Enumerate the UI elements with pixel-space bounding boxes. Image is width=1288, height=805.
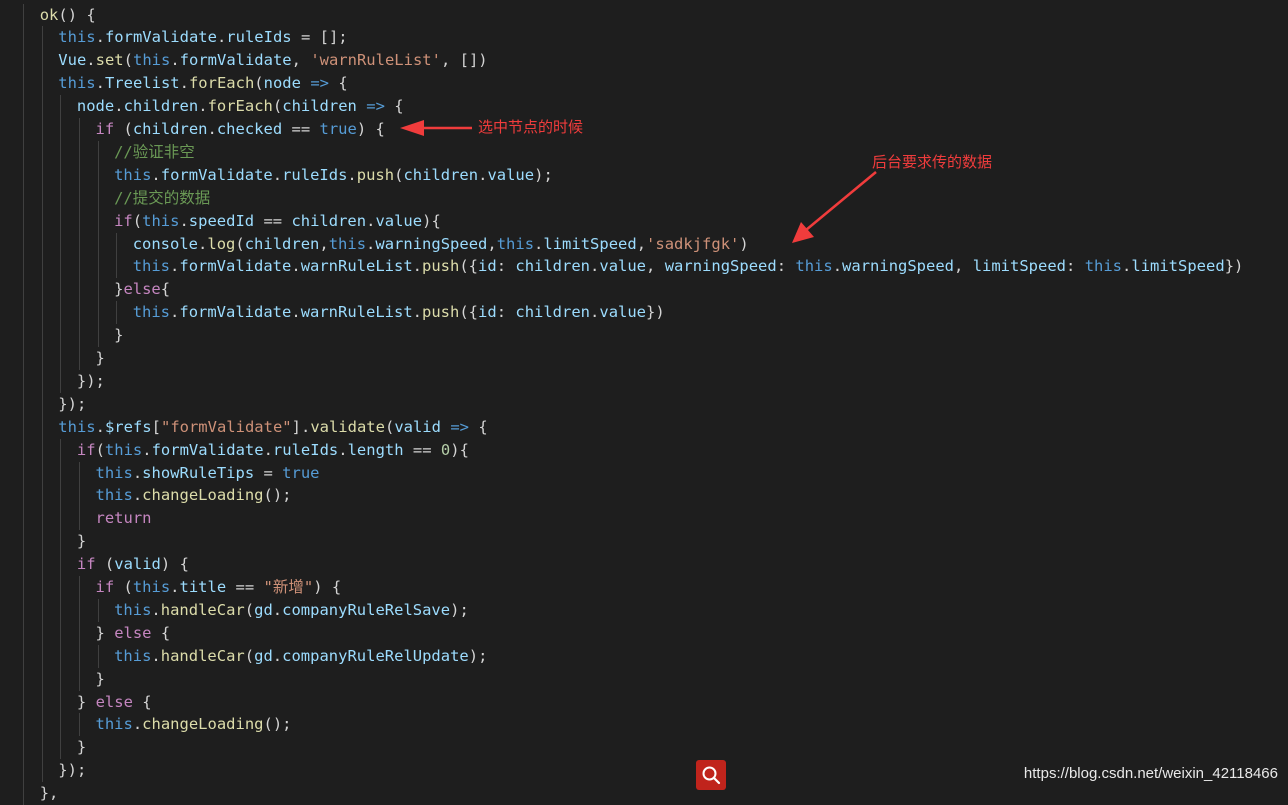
watermark-url: https://blog.csdn.net/weixin_42118466 xyxy=(1024,765,1278,782)
code-editor[interactable]: ok() {this.formValidate.ruleIds = [];Vue… xyxy=(0,0,1288,795)
arrow-selected-node xyxy=(400,120,472,136)
search-button[interactable] xyxy=(696,760,726,790)
annotation-arrows xyxy=(0,0,1288,795)
arrow-backend-data xyxy=(792,172,876,243)
search-icon xyxy=(701,765,721,785)
